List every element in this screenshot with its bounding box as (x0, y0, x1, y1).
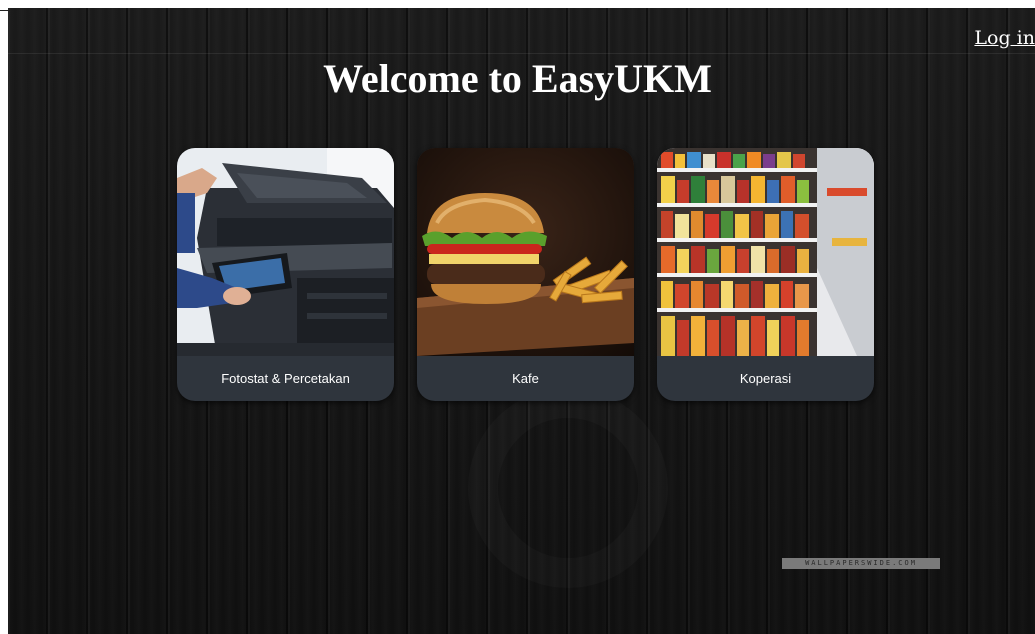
wallpaper-watermark: WALLPAPERSWIDE.COM (782, 558, 940, 569)
card-kafe[interactable]: Kafe (417, 148, 634, 401)
service-cards: Fotostat & Percetakan Kafe Koperasi (177, 148, 874, 401)
card-label-koperasi: Koperasi (739, 371, 792, 386)
page-title: Welcome to EasyUKM (323, 56, 712, 101)
card-fotostat[interactable]: Fotostat & Percetakan (177, 148, 394, 401)
store-shelves-image (657, 148, 874, 356)
card-koperasi[interactable]: Koperasi (657, 148, 874, 401)
burger-fries-image (417, 148, 634, 356)
card-label-kafe: Kafe (512, 371, 539, 386)
card-label-fotostat: Fotostat & Percetakan (221, 371, 350, 386)
header-divider (8, 53, 1035, 54)
photocopier-image (177, 148, 394, 356)
corner-mark (0, 10, 10, 11)
login-link[interactable]: Log in (974, 27, 1035, 49)
